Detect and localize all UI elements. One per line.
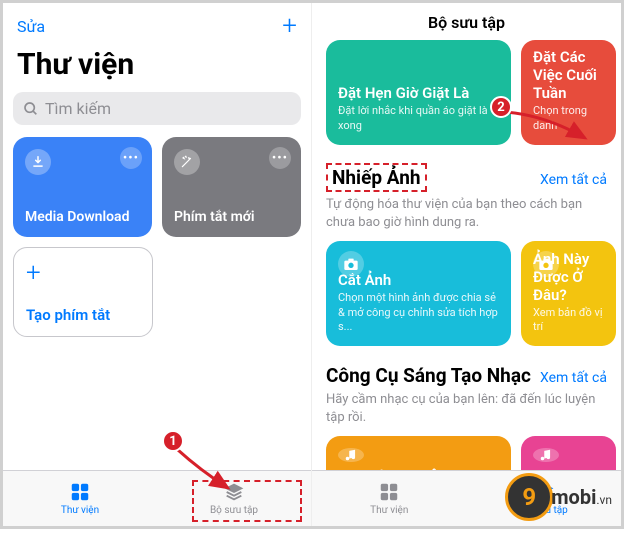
tab-label: Bộ sưu tập: [210, 505, 258, 516]
see-all-link[interactable]: Xem tất cả: [540, 370, 607, 386]
gallery-scroll[interactable]: Đặt Hẹn Giờ Giặt Là Đặt lời nhắc khi quầ…: [312, 40, 621, 470]
card-subtitle: Chọn trong danh: [533, 104, 604, 133]
tab-gallery[interactable]: Bộ sưu tập: [157, 471, 311, 526]
top-bar: Sửa +: [3, 3, 311, 45]
watermark: 9 mobi.vn: [505, 473, 612, 521]
card-weekend-tasks[interactable]: Đặt Các Việc Cuối Tuần Chọn trong danh: [521, 40, 616, 145]
annotation-badge-1: 1: [162, 430, 184, 452]
card-label: Media Download: [25, 209, 140, 225]
watermark-text: mobi.vn: [551, 485, 612, 509]
search-placeholder: Tìm kiếm: [45, 99, 111, 118]
card-title: Cắt Ảnh: [338, 271, 499, 289]
card-label: Phím tắt mới: [174, 209, 289, 225]
header-title: Bộ sưu tập: [312, 3, 621, 40]
tab-bar: Thư viện Bộ sưu tập: [3, 470, 311, 526]
screen-library: Sửa + Thư viện Tìm kiếm ••• Media Downlo…: [3, 3, 312, 526]
card-guitar-chords[interactable]: Tìm Bản Hợp Âm Guit: [326, 436, 511, 470]
add-button[interactable]: +: [282, 11, 297, 41]
card-title: Đặt Hẹn Giờ Giặt Là: [338, 84, 499, 102]
section-header-music: Công Cụ Sáng Tạo Nhạc Xem tất cả: [326, 364, 621, 387]
page-title: Thư viện: [3, 45, 311, 92]
card-subtitle: Xem bản đồ vị trí: [533, 306, 604, 335]
tab-library[interactable]: Thư viện: [3, 471, 157, 526]
music-icon: [533, 448, 559, 462]
tab-label: Thư viện: [61, 505, 99, 516]
create-shortcut-card[interactable]: + Tạo phím tắt: [13, 247, 153, 337]
search-icon: [23, 101, 39, 117]
music-icon: [338, 448, 364, 462]
card-subtitle: Chọn một hình ảnh được chia sẻ & mở công…: [338, 291, 499, 334]
watermark-logo: 9: [505, 473, 553, 521]
highlight-annotation: Nhiếp Ảnh: [326, 163, 427, 192]
card-title: Tìm Bản Hợp Âm Guit: [338, 468, 499, 470]
create-label: Tạo phím tắt: [26, 306, 140, 324]
card-save-song[interactable]: Lưu Bài Hát: [521, 436, 616, 470]
edit-button[interactable]: Sửa: [17, 17, 45, 36]
gallery-row: Tìm Bản Hợp Âm Guit Lưu Bài Hát: [326, 436, 621, 470]
card-title: Đặt Các Việc Cuối Tuần: [533, 48, 604, 102]
more-icon[interactable]: •••: [120, 147, 142, 169]
annotation-badge-2: 2: [490, 96, 512, 118]
section-description: Hãy cầm nhạc cụ của bạn lên: đã đến lúc …: [326, 391, 621, 426]
grid-icon: [377, 481, 401, 503]
grid-icon: [68, 481, 92, 503]
card-laundry-timer[interactable]: Đặt Hẹn Giờ Giặt Là Đặt lời nhắc khi quầ…: [326, 40, 511, 145]
tab-library[interactable]: Thư viện: [312, 471, 467, 526]
camera-icon: [338, 251, 364, 277]
section-title: Công Cụ Sáng Tạo Nhạc: [326, 364, 531, 387]
card-title: Lưu Bài Hát: [533, 468, 604, 470]
camera-icon: [533, 251, 559, 277]
card-crop-image[interactable]: Cắt Ảnh Chọn một hình ảnh được chia sẻ &…: [326, 241, 511, 346]
card-media-download[interactable]: ••• Media Download: [13, 137, 152, 237]
more-icon[interactable]: •••: [269, 147, 291, 169]
plus-icon: +: [26, 260, 140, 286]
screen-gallery: Bộ sưu tập Đặt Hẹn Giờ Giặt Là Đặt lời n…: [312, 3, 621, 526]
section-description: Tự động hóa thư viện của bạn theo cách b…: [326, 196, 621, 231]
shortcut-cards-row: ••• Media Download ••• Phím tắt mới: [3, 137, 311, 237]
see-all-link[interactable]: Xem tất cả: [540, 172, 607, 188]
download-icon: [25, 149, 51, 175]
tab-label: Thư viện: [370, 505, 408, 516]
gallery-row: Đặt Hẹn Giờ Giặt Là Đặt lời nhắc khi quầ…: [326, 40, 621, 145]
card-photo-location[interactable]: Ảnh Này Được Ở Đâu? Xem bản đồ vị trí: [521, 241, 616, 346]
stack-icon: [222, 481, 246, 503]
card-new-shortcut[interactable]: ••• Phím tắt mới: [162, 137, 301, 237]
gallery-row: Cắt Ảnh Chọn một hình ảnh được chia sẻ &…: [326, 241, 621, 346]
search-input[interactable]: Tìm kiếm: [13, 92, 301, 125]
section-header-photography: Nhiếp Ảnh Xem tất cả: [326, 163, 621, 192]
card-subtitle: Đặt lời nhắc khi quần áo giặt là xong: [338, 104, 499, 133]
section-title: Nhiếp Ảnh: [332, 166, 421, 189]
wand-icon: [174, 149, 200, 175]
